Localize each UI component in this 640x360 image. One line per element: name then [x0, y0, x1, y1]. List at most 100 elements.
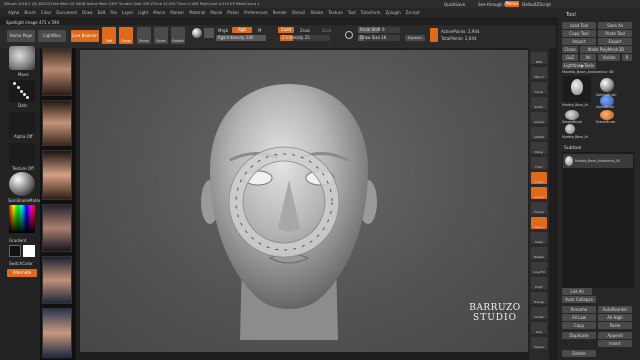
stroke-thumbnail[interactable] — [9, 80, 35, 102]
rotate-button[interactable]: Rotate — [171, 27, 185, 44]
rename-button[interactable]: Rename — [562, 306, 596, 313]
live-boolean-button[interactable]: Live Boolean — [71, 30, 99, 42]
focal-shift-slider[interactable]: Focal Shift 0 — [358, 27, 400, 33]
mrgb-toggle[interactable]: Mrgb — [218, 28, 228, 33]
shelf-xpose-button[interactable]: Xpose — [531, 337, 547, 349]
shelf-transp-button[interactable]: Transp — [531, 292, 547, 304]
rgb-intensity-slider[interactable]: Rgb Intensity 100 — [216, 35, 266, 41]
insert-button[interactable]: Insert — [598, 340, 632, 347]
autoreorder-button[interactable]: AutoReorder — [598, 306, 632, 313]
zadd-toggle[interactable]: Zadd — [278, 27, 294, 33]
shelf-local-button[interactable]: Local — [531, 172, 547, 184]
menu-zplugin[interactable]: Zplugin — [386, 10, 401, 15]
color-picker[interactable] — [9, 205, 35, 233]
material-swatch[interactable] — [192, 28, 202, 38]
home-page-button[interactable]: Home Page — [7, 30, 35, 42]
shelf-rotate-button[interactable]: Rotate — [531, 247, 547, 259]
shelf-solo-button[interactable]: Solo — [531, 322, 547, 334]
menu-alpha[interactable]: Alpha — [8, 10, 19, 15]
menu-marker[interactable]: Marker — [170, 10, 184, 15]
save-as-button[interactable]: Save As — [598, 22, 632, 29]
move-button[interactable]: Move — [137, 27, 151, 44]
tool-thumbnail-sphere[interactable] — [600, 78, 614, 92]
menus-button[interactable]: Menus — [505, 1, 519, 7]
alternate-button[interactable]: Alternate — [7, 269, 37, 277]
zcut-toggle[interactable]: Zcut — [322, 28, 331, 33]
draw-button[interactable]: Draw — [119, 27, 133, 44]
menu-brush[interactable]: Brush — [24, 10, 36, 15]
reference-thumbnail[interactable] — [42, 48, 72, 96]
main-color-swatch[interactable] — [9, 245, 21, 257]
menu-stencil[interactable]: Stencil — [292, 10, 306, 15]
all-high-button[interactable]: All High — [598, 314, 632, 321]
shelf-scroll-button[interactable]: Scroll — [531, 82, 547, 94]
shelf-move-button[interactable]: Move — [531, 217, 547, 229]
load-tool-button[interactable]: Load Tool — [562, 22, 596, 29]
reference-thumbnail[interactable] — [42, 150, 72, 200]
switch-color-button[interactable]: SwitchColor — [9, 261, 33, 266]
menu-light[interactable]: Light — [138, 10, 148, 15]
list-all-button[interactable]: List All — [562, 288, 592, 295]
tool-thumbnail-head-small[interactable] — [565, 124, 575, 134]
edit-button[interactable]: Edit — [102, 27, 116, 44]
zsub-toggle[interactable]: Zsub — [300, 28, 310, 33]
copy-tool-button[interactable]: Copy Tool — [562, 30, 596, 37]
menu-stroke[interactable]: Stroke — [310, 10, 323, 15]
delete-button[interactable]: Delete — [562, 350, 596, 357]
clone-button[interactable]: Clone — [562, 46, 578, 53]
shelf-zoom-button[interactable]: Zoom — [531, 97, 547, 109]
shelf-floor-button[interactable]: Floor — [531, 157, 547, 169]
reference-thumbnail[interactable] — [42, 204, 72, 252]
menu-material[interactable]: Material — [189, 10, 205, 15]
shelf-scale-button[interactable]: Scale — [531, 232, 547, 244]
seethrough-slider[interactable]: See-through 0 — [478, 2, 506, 7]
tool-thumbnail-simple[interactable] — [565, 110, 579, 120]
shelf-line-fill-button[interactable]: Line Fill — [531, 262, 547, 274]
rgb-toggle[interactable]: Rgb — [232, 27, 252, 33]
shelf-actual-button[interactable]: Actual — [531, 112, 547, 124]
viewport-canvas[interactable]: BARRUZO STUDIO — [80, 50, 528, 352]
scale-button[interactable]: Scale — [154, 27, 168, 44]
shelf-ghost-button[interactable]: Ghost — [531, 307, 547, 319]
import-button[interactable]: Import — [562, 38, 596, 45]
menu-draw[interactable]: Draw — [82, 10, 92, 15]
shelf-persp-button[interactable]: Persp — [531, 142, 547, 154]
draw-size-slider[interactable]: Draw Size 16 — [358, 35, 400, 41]
reference-thumbnail[interactable] — [42, 256, 72, 304]
shelf-aahalf-button[interactable]: AAHalf — [531, 127, 547, 139]
shelf-bpr-button[interactable]: BPR — [531, 52, 547, 64]
menu-file[interactable]: File — [110, 10, 117, 15]
subtool-item[interactable]: Modelo_Base_Anatomico_00 — [563, 154, 633, 168]
menu-color[interactable]: Color — [41, 10, 51, 15]
menu-zscript[interactable]: Zscript — [406, 10, 420, 15]
shelf-polyf-button[interactable]: PolyF — [531, 277, 547, 289]
menu-render[interactable]: Render — [273, 10, 287, 15]
color-swatch[interactable] — [204, 28, 214, 38]
lightbox-tools-button[interactable]: Lightbox▶Tools — [562, 62, 596, 69]
alpha-thumbnail[interactable] — [9, 112, 35, 134]
reference-thumbnail[interactable] — [42, 100, 72, 146]
menu-picker[interactable]: Picker — [227, 10, 239, 15]
menu-movie[interactable]: Movie — [210, 10, 222, 15]
duplicate-button[interactable]: Duplicate — [562, 332, 596, 339]
menu-transform[interactable]: Transform — [361, 10, 381, 15]
menu-texture[interactable]: Texture — [328, 10, 343, 15]
all-button[interactable]: All — [580, 54, 596, 61]
tool-thumbnail-head[interactable] — [563, 76, 591, 102]
menu-preferences[interactable]: Preferences — [244, 10, 268, 15]
material-thumbnail[interactable] — [9, 172, 35, 196]
copy-button[interactable]: Copy — [562, 322, 596, 329]
menu-document[interactable]: Document — [56, 10, 77, 15]
paste-tool-button[interactable]: Paste Tool — [598, 30, 632, 37]
m-toggle[interactable]: M — [258, 28, 261, 33]
tool-thumbnail-eraser[interactable] — [600, 110, 614, 120]
auto-collapse-button[interactable]: Auto Collapse — [562, 296, 596, 303]
shelf-spix-3-button[interactable]: SPix 3 — [531, 67, 547, 79]
all-low-button[interactable]: All Low — [562, 314, 596, 321]
head-model[interactable] — [80, 50, 528, 352]
default-zscript-button[interactable]: DefaultZScript — [522, 2, 551, 7]
brush-thumbnail[interactable] — [9, 46, 35, 70]
menu-edit[interactable]: Edit — [98, 10, 106, 15]
quicksave-button[interactable]: QuickSave — [444, 2, 465, 7]
shelf-frame-button[interactable]: Frame — [531, 202, 547, 214]
